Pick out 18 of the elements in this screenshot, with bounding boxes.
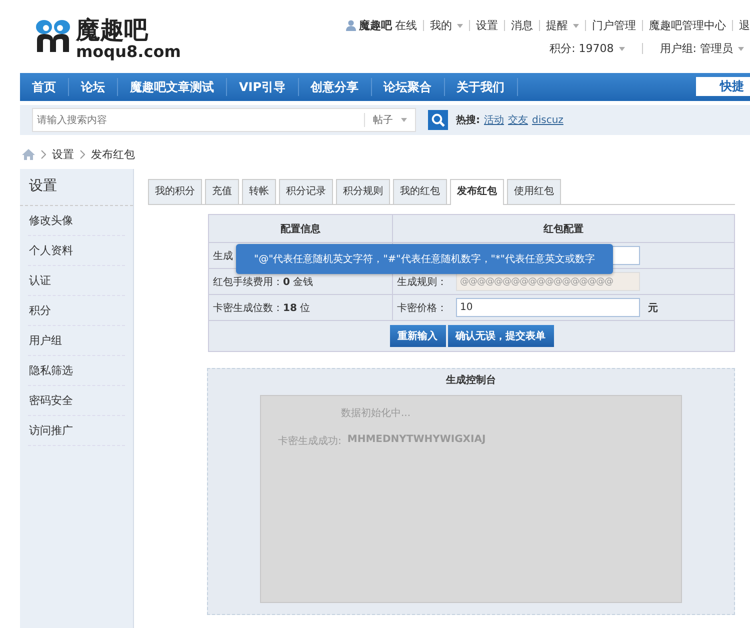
console-status: 数据初始化中... xyxy=(340,406,412,420)
field-label: 生成规则： xyxy=(397,276,447,288)
logo-domain: moqu8.com xyxy=(76,44,181,60)
result-label: 卡密生成成功: xyxy=(278,434,342,448)
column-header: 红包配置 xyxy=(392,214,734,242)
unit-label: 元 xyxy=(648,302,658,314)
field-label: 卡密价格： xyxy=(397,302,447,314)
result-code: MHMEDNYTWHYWIGXIAJ xyxy=(347,434,486,447)
online-status: 在线 xyxy=(395,18,417,33)
table-cell: 红包手续费用：0 金钱 xyxy=(213,276,314,288)
console-title: 生成控制台 xyxy=(444,374,497,388)
column-header: 配置信息 xyxy=(208,214,392,242)
table-cell: 卡密生成位数：18 位 xyxy=(213,302,310,314)
table-cell: 生成 xyxy=(213,250,233,262)
logo-name: 魔趣吧 xyxy=(76,18,150,42)
tooltip: "@"代表任意随机英文字符，"#"代表任意随机数字，"*"代表任意英文或数字 xyxy=(236,244,613,274)
sidebar-title: 设置 xyxy=(20,169,133,206)
hot-search-label: 热搜: xyxy=(456,114,480,127)
